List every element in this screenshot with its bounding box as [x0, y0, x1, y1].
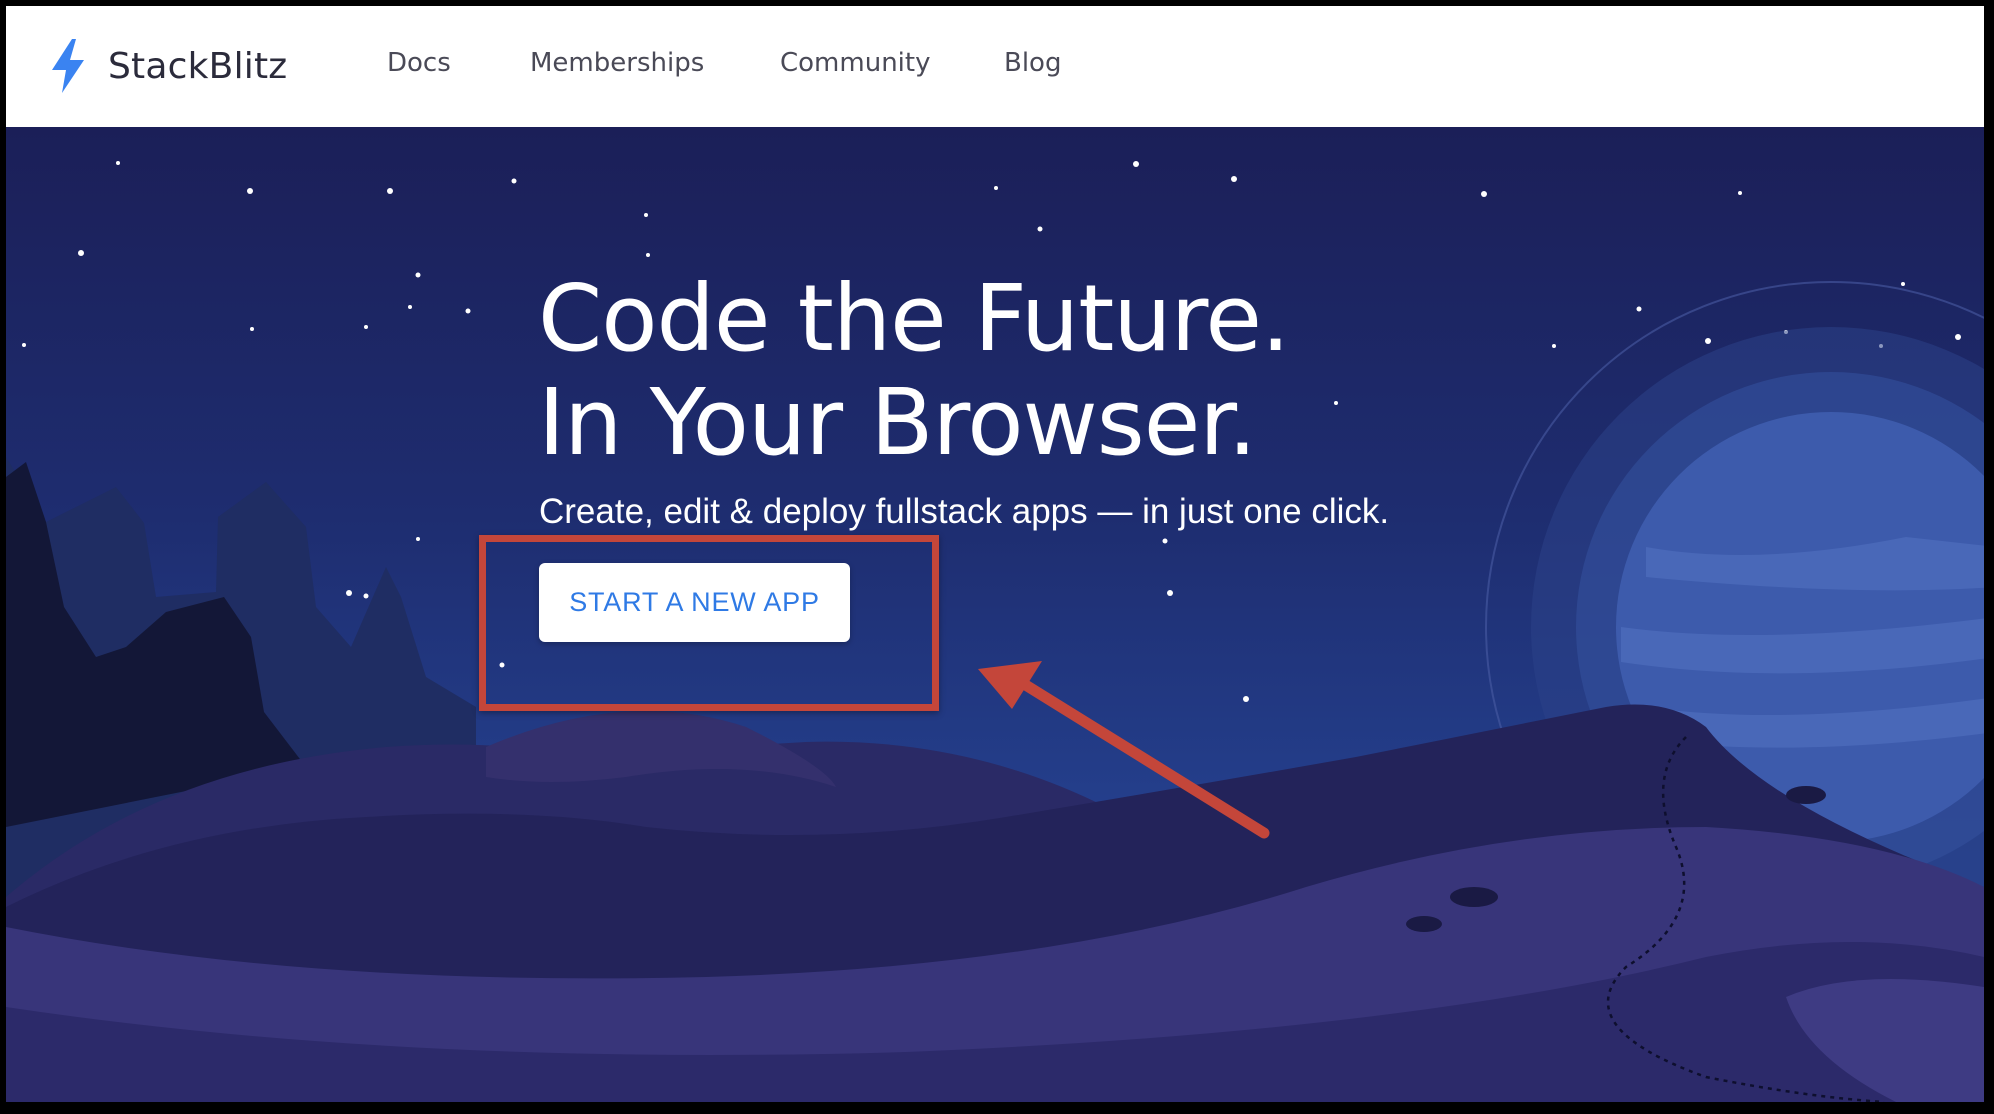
top-navbar: StackBlitz Docs Memberships Community Bl…: [6, 6, 1984, 127]
headline-line-2: In Your Browser.: [538, 369, 1257, 476]
hero-headline: Code the Future. In Your Browser.: [538, 265, 1290, 476]
brand-logo-link[interactable]: StackBlitz: [50, 36, 287, 96]
nav-link-blog[interactable]: Blog: [1004, 48, 1061, 78]
brand-name: StackBlitz: [108, 45, 288, 87]
nav-link-memberships[interactable]: Memberships: [530, 48, 704, 78]
annotation-highlight-box: [479, 535, 939, 711]
browser-viewport: StackBlitz Docs Memberships Community Bl…: [6, 6, 1984, 1102]
nav-link-community[interactable]: Community: [780, 48, 930, 78]
lightning-bolt-icon: [52, 39, 84, 93]
hero-subheadline: Create, edit & deploy fullstack apps — i…: [539, 492, 1390, 531]
nav-link-docs[interactable]: Docs: [387, 48, 451, 78]
headline-line-1: Code the Future.: [538, 265, 1290, 372]
hero-section: Code the Future. In Your Browser. Create…: [6, 127, 1984, 1102]
